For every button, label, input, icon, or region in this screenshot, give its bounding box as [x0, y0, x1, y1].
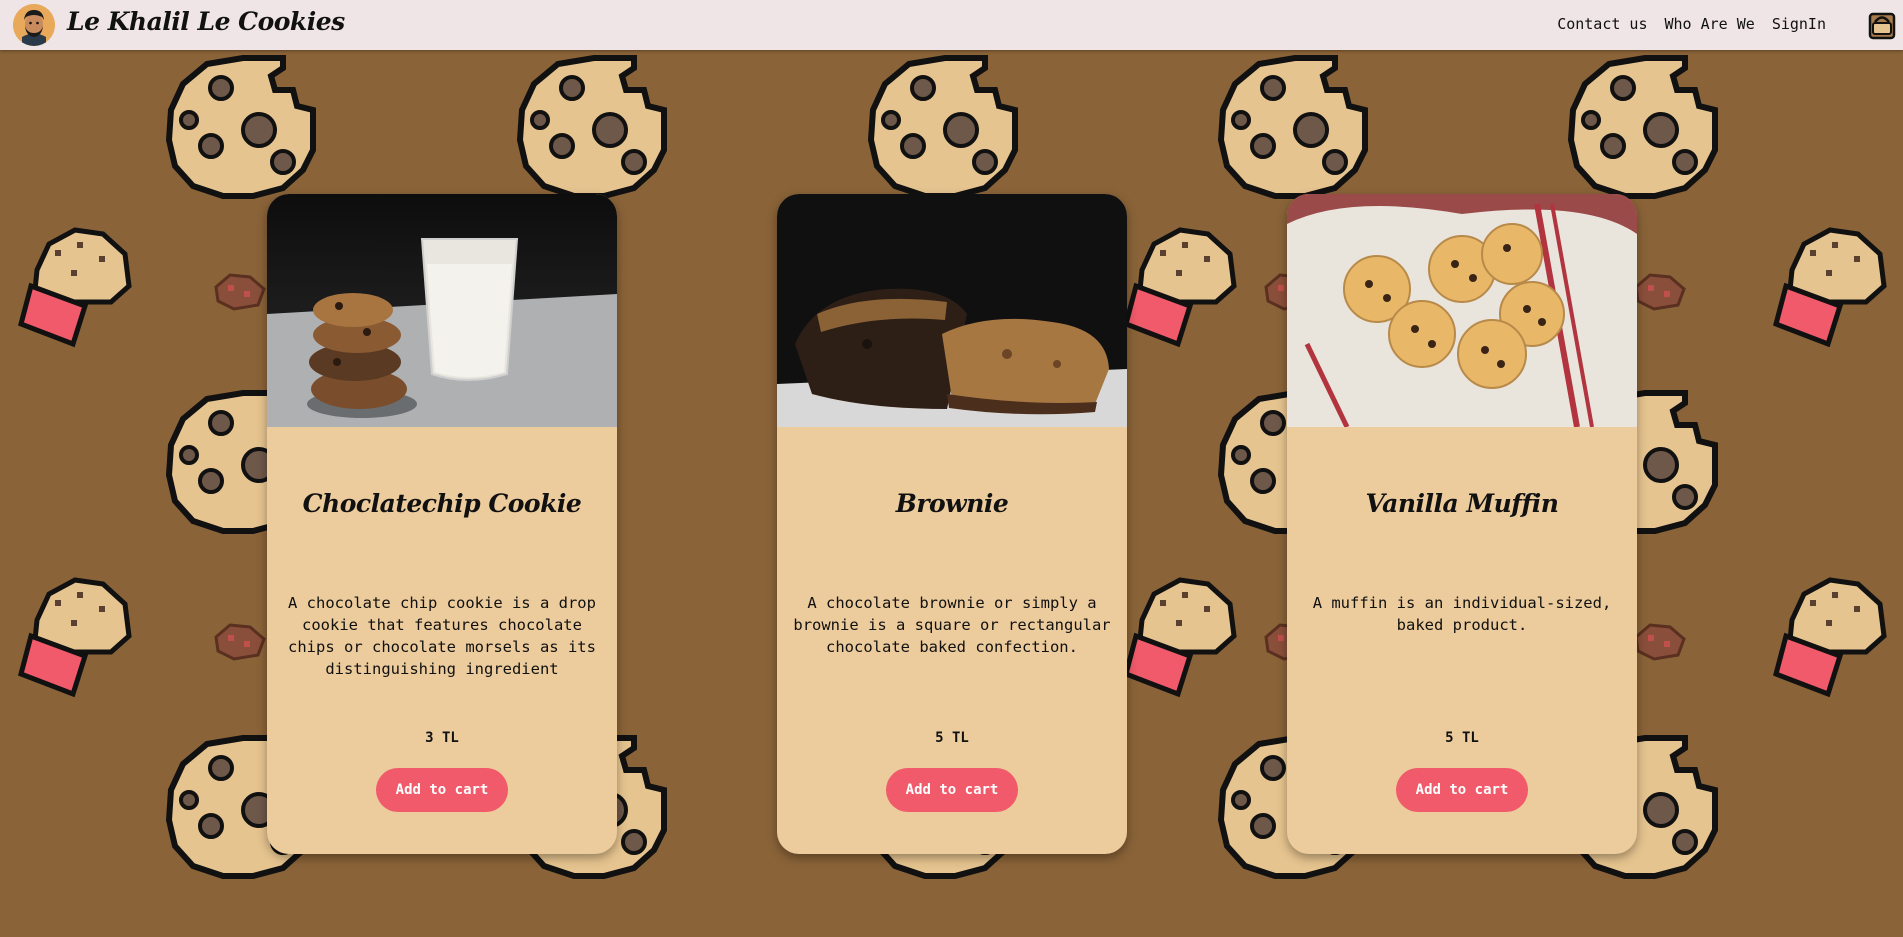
product-card: Brownie A chocolate brownie or simply a … — [777, 194, 1127, 854]
cookie-pattern-icon — [1565, 50, 1725, 200]
crumb-pattern-icon — [214, 623, 266, 661]
muffin-pattern-icon — [1770, 570, 1890, 700]
muffin-pattern-icon — [15, 220, 135, 350]
logo-avatar-icon[interactable] — [13, 4, 55, 46]
product-description: A muffin is an individual-sized, baked p… — [1312, 594, 1612, 634]
nav-contact-us[interactable]: Contact us — [1557, 15, 1647, 33]
muffin-pattern-icon — [1770, 220, 1890, 350]
nav-sign-in[interactable]: SignIn — [1772, 15, 1826, 33]
product-description: A chocolate chip cookie is a drop cookie… — [288, 594, 596, 678]
product-description: A chocolate brownie or simply a brownie … — [793, 594, 1111, 656]
product-price: 5 TL — [935, 730, 969, 746]
crumb-pattern-icon — [214, 273, 266, 311]
cookie-pattern-icon — [1215, 50, 1375, 200]
crumb-pattern-icon — [1634, 623, 1686, 661]
product-card: Choclatechip Cookie A chocolate chip coo… — [267, 194, 617, 854]
product-title: Brownie — [895, 489, 1009, 518]
add-to-cart-button[interactable]: Add to cart — [1396, 768, 1528, 812]
product-image — [267, 194, 617, 427]
product-title: Choclatechip Cookie — [302, 489, 582, 518]
muffin-pattern-icon — [15, 570, 135, 700]
cookie-pattern-icon — [163, 50, 323, 200]
muffin-pattern-icon — [1120, 570, 1240, 700]
product-card: Vanilla Muffin A muffin is an individual… — [1287, 194, 1637, 854]
add-to-cart-button[interactable]: Add to cart — [886, 768, 1018, 812]
product-image — [777, 194, 1127, 427]
nav-who-are-we[interactable]: Who Are We — [1665, 15, 1755, 33]
top-navbar: Le Khalil Le Cookies Contact us Who Are … — [0, 0, 1903, 50]
brand-title[interactable]: Le Khalil Le Cookies — [67, 7, 345, 36]
cookie-pattern-icon — [865, 50, 1025, 200]
product-image — [1287, 194, 1637, 429]
product-price: 5 TL — [1445, 730, 1479, 746]
muffin-pattern-icon — [1120, 220, 1240, 350]
cart-icon[interactable] — [1867, 9, 1897, 41]
cookie-pattern-icon — [514, 50, 674, 200]
crumb-pattern-icon — [1634, 273, 1686, 311]
nav-links: Contact us Who Are We SignIn — [1557, 15, 1826, 33]
product-price: 3 TL — [425, 730, 459, 746]
add-to-cart-button[interactable]: Add to cart — [376, 768, 508, 812]
product-title: Vanilla Muffin — [1365, 489, 1559, 518]
